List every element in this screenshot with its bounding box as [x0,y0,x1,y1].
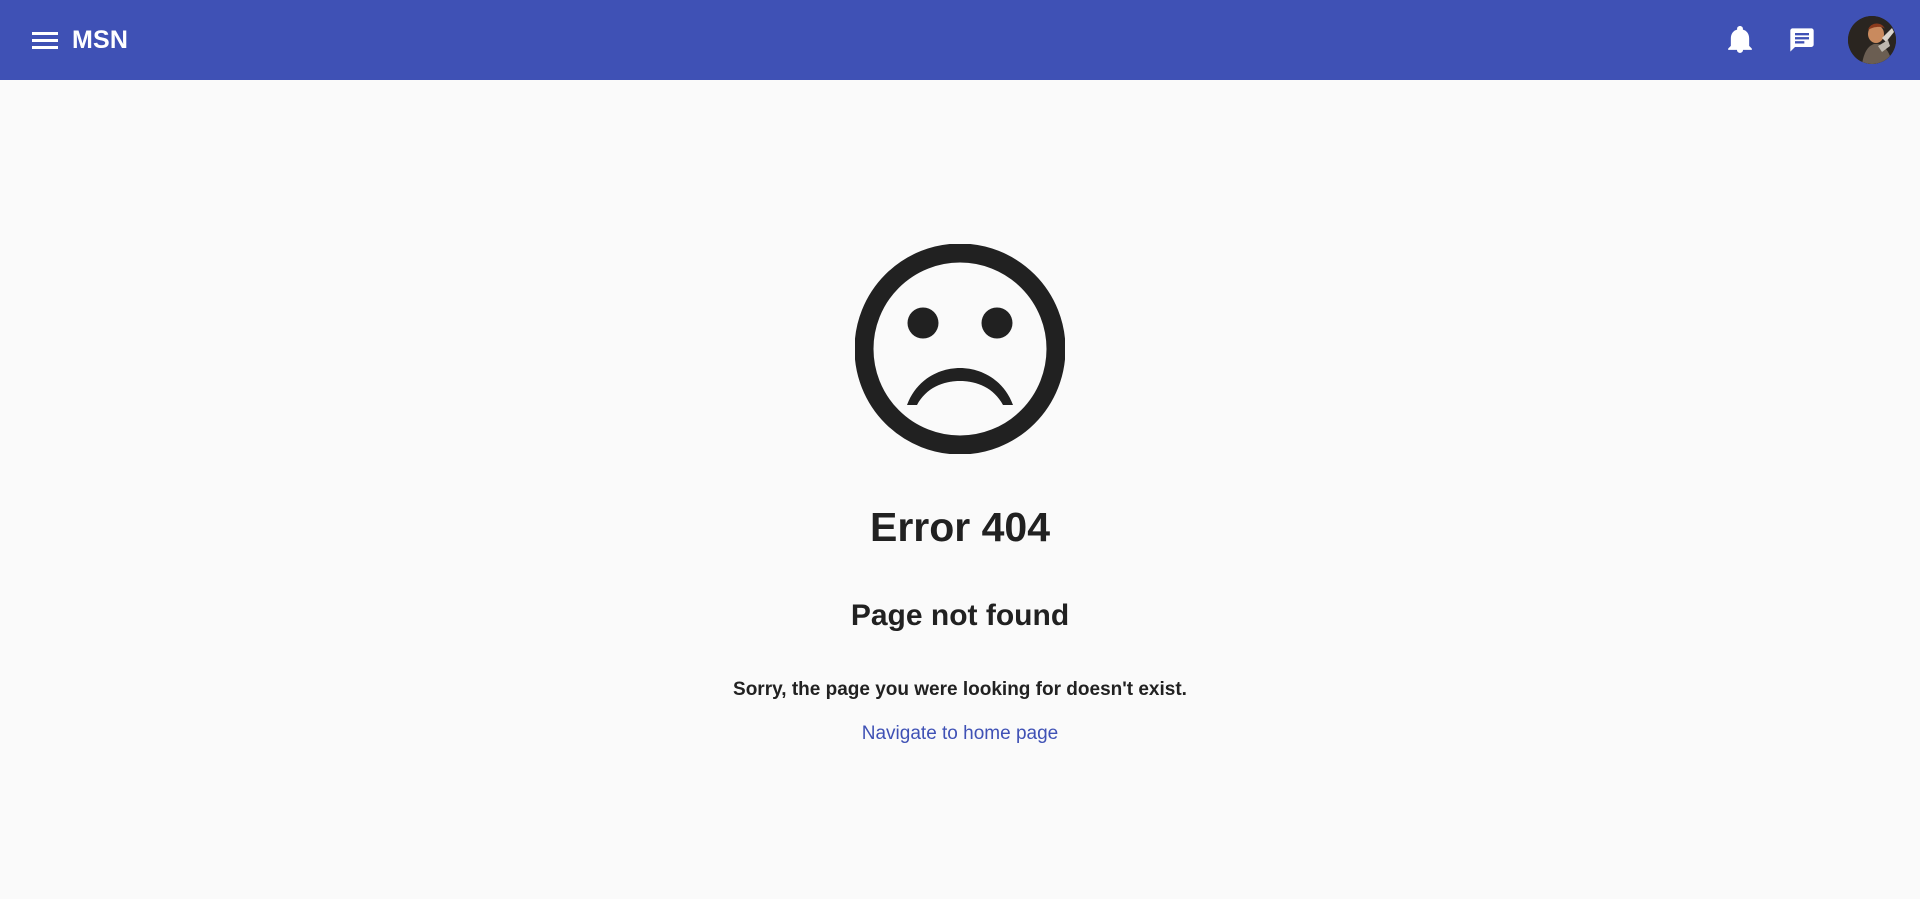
error-message: Sorry, the page you were looking for doe… [733,679,1187,700]
menu-icon [32,32,58,49]
user-avatar[interactable] [1848,16,1896,64]
error-title: Error 404 [869,504,1051,550]
home-link[interactable]: Navigate to home page [862,723,1058,745]
error-subtitle: Page not found [850,599,1070,632]
sad-face-icon [855,244,1065,454]
error-page: Error 404 Page not found Sorry, the page… [0,80,1920,899]
notifications-button[interactable] [1720,20,1760,60]
brand-title[interactable]: MSN [72,26,128,55]
avatar-image [1848,16,1896,64]
messages-button[interactable] [1782,20,1822,60]
app-header: MSN [0,0,1920,80]
chat-icon [1790,28,1814,52]
bell-icon [1728,26,1752,53]
menu-button[interactable] [28,23,62,57]
